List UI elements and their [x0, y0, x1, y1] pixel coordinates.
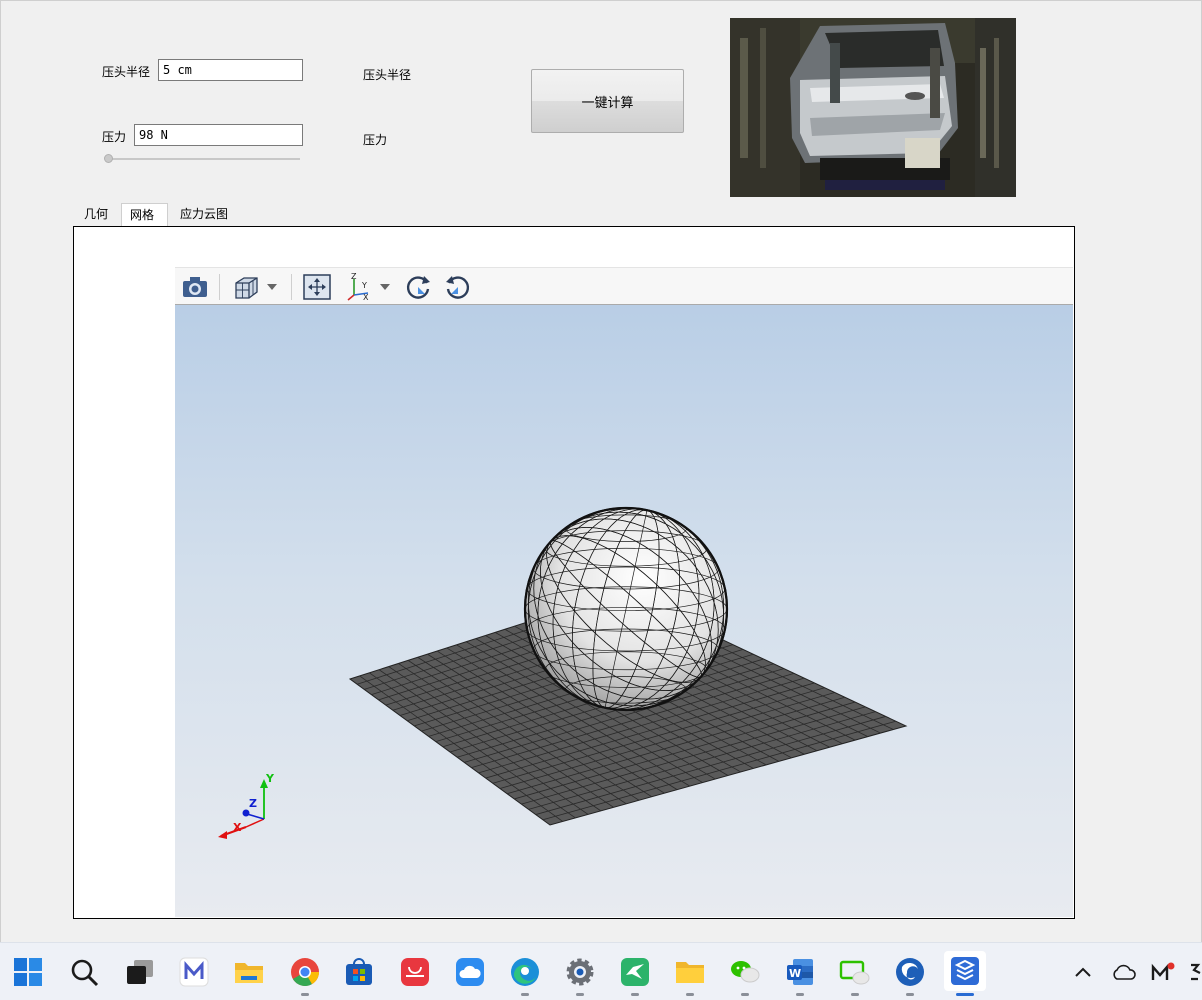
onedrive-cloud-icon[interactable] [1110, 956, 1138, 988]
svg-text:X: X [363, 293, 369, 301]
tray-misc-icon[interactable] [1188, 956, 1202, 988]
dropdown-arrow-icon[interactable] [265, 271, 279, 303]
rotate-clockwise-icon[interactable] [401, 271, 435, 303]
taskbar-indicator [576, 993, 584, 996]
taskbar-active-indicator [956, 993, 974, 996]
chevron-up-icon[interactable] [1070, 956, 1096, 988]
taskbar-indicator [631, 993, 639, 996]
svg-text:Y: Y [361, 281, 367, 290]
search-icon[interactable] [68, 956, 100, 988]
folder-icon[interactable] [674, 956, 706, 988]
svg-text:Z: Z [351, 273, 357, 281]
toolbar-separator [219, 274, 220, 300]
axis-y-label: Y [265, 772, 275, 785]
radius-label: 压头半径 [102, 65, 151, 79]
settings-icon[interactable] [564, 956, 596, 988]
task-view-icon[interactable] [124, 956, 156, 988]
taskbar-indicator [906, 993, 914, 996]
axis-z-label: Z [249, 797, 257, 810]
wechat-desktop-icon[interactable] [839, 956, 871, 988]
word-icon[interactable]: W [784, 956, 816, 988]
force-display-label: 压力 [363, 133, 388, 147]
windows-start-icon[interactable] [12, 956, 44, 988]
radius-display-label: 压头半径 [363, 68, 412, 82]
tab-mesh[interactable]: 网格 [121, 203, 168, 226]
taskbar-indicator [796, 993, 804, 996]
svg-text:W: W [789, 967, 801, 980]
file-explorer-icon[interactable] [233, 956, 265, 988]
mindmaster-tray-icon[interactable] [1149, 956, 1177, 988]
force-label: 压力 [102, 130, 127, 144]
taskbar-indicator [741, 993, 749, 996]
slider-thumb[interactable] [104, 154, 113, 163]
radius-input[interactable]: 5 cm [158, 59, 303, 81]
huawei-appgallery-icon[interactable] [399, 956, 431, 988]
force-slider[interactable] [104, 152, 300, 166]
camera-icon[interactable] [179, 271, 211, 303]
dropdown-arrow-icon[interactable] [378, 271, 392, 303]
mindmaster-icon[interactable] [178, 956, 210, 988]
taskbar-indicator [301, 993, 309, 996]
force-input[interactable]: 98 N [134, 124, 303, 146]
taskbar-indicator [851, 993, 859, 996]
wechat-icon[interactable] [729, 956, 761, 988]
edge-icon[interactable] [509, 956, 541, 988]
fem-app-icon[interactable] [944, 951, 986, 991]
toolbar-separator [291, 274, 292, 300]
taskbar: W [0, 942, 1202, 1000]
tab-geometry[interactable]: 几何 [76, 203, 120, 226]
car-door-photo [730, 18, 1016, 197]
3d-viewport[interactable] [175, 305, 1073, 917]
tab-stress-contour[interactable]: 应力云图 [172, 203, 242, 226]
app-window: 压头半径 5 cm 压头半径 压力 98 N 压力 一键计算 几何 网格 应力云… [0, 0, 1202, 943]
chrome-icon[interactable] [289, 956, 321, 988]
axis-triad: X Y Z [218, 772, 275, 839]
taskbar-indicator [521, 993, 529, 996]
slider-track [106, 158, 300, 160]
rotate-counterclockwise-icon[interactable] [441, 271, 475, 303]
viewer-toolbar: ZYX [175, 267, 1073, 305]
swift-pdf-icon[interactable] [619, 956, 651, 988]
view-cube-icon[interactable] [231, 271, 261, 303]
calculate-button[interactable]: 一键计算 [531, 69, 684, 133]
fit-view-icon[interactable] [301, 271, 333, 303]
axis-x-label: X [233, 821, 242, 834]
axes-orientation-icon[interactable]: ZYX [345, 271, 375, 303]
microsoft-store-icon[interactable] [343, 956, 375, 988]
taskbar-indicator [686, 993, 694, 996]
cloud-drive-icon[interactable] [454, 956, 486, 988]
browser-swirl-icon[interactable] [894, 956, 926, 988]
